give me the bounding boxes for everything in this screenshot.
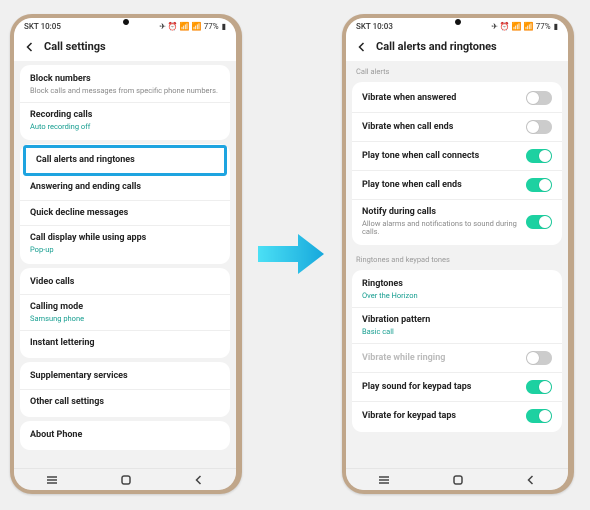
row-title: Vibrate for keypad taps — [362, 411, 520, 422]
row-title: Block numbers — [30, 74, 220, 85]
settings-row[interactable]: Vibrate for keypad taps — [352, 402, 562, 430]
status-icons: ✈ ⏰ 📶 📶 77% ▮ — [491, 22, 558, 31]
row-title: Play tone when call ends — [362, 180, 520, 191]
android-navbar — [14, 468, 236, 490]
settings-row: Vibrate while ringing — [352, 344, 562, 373]
settings-row[interactable]: Call display while using apps Pop-up — [20, 226, 230, 261]
home-button[interactable] — [452, 474, 464, 486]
row-title: Call display while using apps — [30, 233, 220, 244]
status-time: SKT 10:05 — [24, 22, 61, 31]
android-navbar — [346, 468, 568, 490]
settings-group: Block numbers Block calls and messages fr… — [20, 65, 230, 140]
row-title: Other call settings — [30, 397, 220, 408]
settings-row[interactable]: Play sound for keypad taps — [352, 373, 562, 402]
row-title: Ringtones — [362, 279, 552, 290]
toggle-switch[interactable] — [526, 409, 552, 423]
page-title: Call settings — [44, 40, 106, 53]
settings-row[interactable]: Video calls — [20, 270, 230, 296]
toggle-switch[interactable] — [526, 215, 552, 229]
home-button[interactable] — [120, 474, 132, 486]
settings-row[interactable]: Play tone when call ends — [352, 171, 562, 200]
page-title: Call alerts and ringtones — [376, 40, 497, 53]
row-title: Play sound for keypad taps — [362, 382, 520, 393]
row-subtitle: Samsung phone — [30, 315, 220, 323]
phone-right: SKT 10:03 ✈ ⏰ 📶 📶 77% ▮ Call alerts and … — [342, 14, 574, 494]
settings-group: Video calls Calling mode Samsung phone Inst… — [20, 268, 230, 359]
settings-row[interactable]: Instant lettering — [20, 331, 230, 356]
settings-row[interactable]: Vibrate when answered — [352, 84, 562, 113]
row-subtitle: Auto recording off — [30, 123, 220, 131]
camera-cutout — [455, 19, 461, 25]
settings-row[interactable]: About Phone — [20, 423, 230, 448]
settings-group: Vibrate when answered Vibrate when call e… — [352, 82, 562, 245]
arrow-icon — [258, 231, 326, 277]
row-subtitle: Over the Horizon — [362, 292, 552, 300]
row-title: Call alerts and ringtones — [36, 155, 214, 166]
toggle-switch — [526, 351, 552, 365]
row-title: About Phone — [30, 430, 220, 441]
row-title: Recording calls — [30, 110, 220, 121]
section-label: Call alerts — [346, 61, 568, 78]
toggle-switch[interactable] — [526, 149, 552, 163]
settings-list[interactable]: Call alertsVibrate when answeredVibrate … — [346, 61, 568, 468]
settings-row[interactable]: Answering and ending calls — [20, 175, 230, 201]
row-subtitle: Pop-up — [30, 246, 220, 254]
back-button[interactable] — [525, 474, 537, 486]
recents-button[interactable] — [45, 475, 59, 485]
recents-button[interactable] — [377, 475, 391, 485]
camera-cutout — [123, 19, 129, 25]
settings-row[interactable]: Calling mode Samsung phone — [20, 295, 230, 331]
row-subtitle: Allow alarms and notifications to sound … — [362, 220, 520, 237]
settings-group: Call alerts and ringtones Answering and e… — [20, 144, 230, 263]
settings-row[interactable]: Ringtones Over the Horizon — [352, 272, 562, 308]
row-title: Play tone when call connects — [362, 151, 520, 162]
settings-row[interactable]: Play tone when call connects — [352, 142, 562, 171]
row-title: Notify during calls — [362, 207, 520, 218]
settings-row[interactable]: Quick decline messages — [20, 201, 230, 227]
row-title: Supplementary services — [30, 371, 220, 382]
settings-list[interactable]: Block numbers Block calls and messages fr… — [14, 61, 236, 468]
row-title: Answering and ending calls — [30, 182, 220, 193]
row-subtitle: Block calls and messages from specific p… — [30, 87, 220, 95]
settings-group: About Phone — [20, 421, 230, 450]
toggle-switch[interactable] — [526, 178, 552, 192]
settings-row[interactable]: Block numbers Block calls and messages fr… — [20, 67, 230, 103]
settings-group: Supplementary services Other call setting… — [20, 362, 230, 417]
section-label: Ringtones and keypad tones — [346, 249, 568, 266]
row-title: Vibration pattern — [362, 315, 552, 326]
back-icon[interactable] — [356, 41, 368, 53]
toggle-switch[interactable] — [526, 380, 552, 394]
settings-row[interactable]: Vibration pattern Basic call — [352, 308, 562, 344]
settings-row[interactable]: Recording calls Auto recording off — [20, 103, 230, 138]
row-title: Instant lettering — [30, 338, 220, 349]
back-icon[interactable] — [24, 41, 36, 53]
row-title: Calling mode — [30, 302, 220, 313]
toggle-switch[interactable] — [526, 91, 552, 105]
row-title: Video calls — [30, 277, 220, 288]
row-title: Vibrate while ringing — [362, 353, 520, 364]
settings-row[interactable]: Supplementary services — [20, 364, 230, 390]
page-header: Call alerts and ringtones — [346, 34, 568, 61]
settings-row[interactable]: Notify during calls Allow alarms and noti… — [352, 200, 562, 243]
settings-group: Ringtones Over the Horizon Vibration patte… — [352, 270, 562, 432]
row-title: Quick decline messages — [30, 208, 220, 219]
phone-left: SKT 10:05 ✈ ⏰ 📶 📶 77% ▮ Call settings Bl… — [10, 14, 242, 494]
row-subtitle: Basic call — [362, 328, 552, 336]
toggle-switch[interactable] — [526, 120, 552, 134]
status-time: SKT 10:03 — [356, 22, 393, 31]
page-header: Call settings — [14, 34, 236, 61]
settings-row[interactable]: Call alerts and ringtones — [23, 145, 227, 176]
settings-row[interactable]: Vibrate when call ends — [352, 113, 562, 142]
settings-row[interactable]: Other call settings — [20, 390, 230, 415]
row-title: Vibrate when call ends — [362, 122, 520, 133]
row-title: Vibrate when answered — [362, 93, 520, 104]
back-button[interactable] — [193, 474, 205, 486]
status-icons: ✈ ⏰ 📶 📶 77% ▮ — [159, 22, 226, 31]
